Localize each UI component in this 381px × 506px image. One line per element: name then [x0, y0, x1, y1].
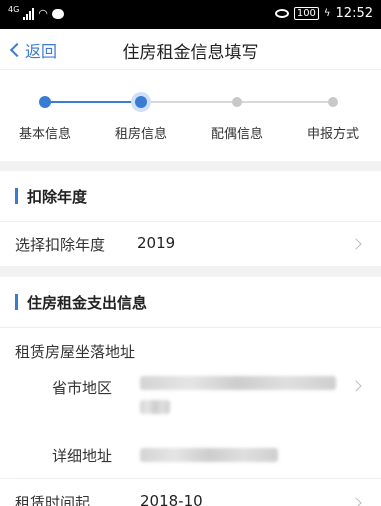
step-dot-method — [328, 97, 338, 107]
step-label-spouse[interactable]: 配偶信息 — [197, 123, 277, 142]
detail-address-redacted — [140, 448, 278, 462]
lease-start-row[interactable]: 租赁时间起 2018-10 — [0, 479, 381, 506]
region-value-redacted — [140, 400, 170, 414]
message-icon — [51, 8, 64, 19]
deduction-year-value: 2019 — [137, 234, 176, 252]
section-title: 扣除年度 — [27, 188, 88, 206]
chevron-left-icon — [9, 42, 25, 58]
signal-icon — [23, 7, 35, 20]
step-label-basic[interactable]: 基本信息 — [5, 123, 85, 142]
deduction-year-row[interactable]: 选择扣除年度 2019 — [0, 222, 381, 266]
clock: 12:52 — [335, 6, 373, 21]
step-label-rent[interactable]: 租房信息 — [101, 123, 181, 142]
section-accent-bar — [15, 188, 18, 204]
step-line-1 — [45, 101, 141, 103]
battery-icon: 100 — [293, 7, 319, 20]
chevron-right-icon — [350, 497, 362, 506]
region-label: 省市地区 — [52, 379, 113, 397]
eye-care-icon — [274, 9, 289, 18]
step-label-method[interactable]: 申报方式 — [293, 123, 373, 142]
step-dot-basic — [39, 96, 51, 108]
address-heading: 租赁房屋坐落地址 — [15, 343, 136, 361]
page-title: 住房租金信息填写 — [122, 43, 259, 63]
section-title: 住房租金支出信息 — [27, 294, 148, 312]
region-row[interactable]: 省市地区 — [0, 368, 381, 428]
nav-bar: 返回 住房租金信息填写 — [0, 29, 381, 69]
region-value-redacted — [140, 376, 336, 390]
step-line-2 — [141, 101, 237, 103]
chevron-right-icon — [350, 238, 362, 250]
deduction-section-header: 扣除年度 — [0, 171, 381, 221]
rent-section-header: 住房租金支出信息 — [0, 277, 381, 327]
detail-address-row[interactable]: 详细地址 — [0, 438, 381, 474]
step-dot-spouse — [232, 97, 242, 107]
section-accent-bar — [15, 294, 18, 310]
status-bar: 4G ◠ 100 ϟ 12:52 — [0, 0, 381, 29]
charging-icon: ϟ — [323, 8, 331, 19]
step-dot-rent-inner — [135, 96, 147, 108]
back-label: 返回 — [25, 42, 58, 61]
chevron-right-icon — [350, 380, 362, 392]
network-type: 4G — [8, 5, 20, 14]
back-button[interactable]: 返回 — [9, 38, 58, 62]
rent-address-block: 租赁房屋坐落地址 省市地区 详细地址 — [0, 328, 381, 478]
lease-start-value: 2018-10 — [140, 492, 203, 506]
detail-address-label: 详细地址 — [52, 447, 113, 465]
wifi-icon: ◠ — [38, 7, 48, 20]
step-line-3 — [237, 101, 333, 103]
lease-start-label: 租赁时间起 — [15, 494, 91, 506]
deduction-year-label: 选择扣除年度 — [15, 236, 106, 254]
step-indicator: 基本信息 租房信息 配偶信息 申报方式 — [0, 69, 381, 161]
